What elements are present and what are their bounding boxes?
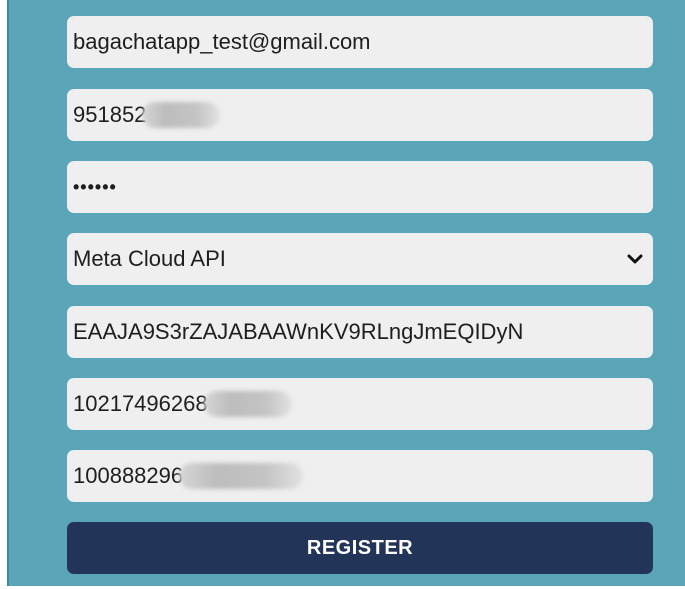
redaction-blur	[203, 391, 292, 417]
password-value: ••••••	[73, 176, 117, 197]
access-token-field[interactable]: EAAJA9S3rZAJABAAWnKV9RLngJmEQIDyN	[67, 306, 653, 358]
registration-panel: bagachatapp_test@gmail.com 951852 ••••••…	[7, 0, 685, 586]
access-token-value: EAAJA9S3rZAJABAAWnKV9RLngJmEQIDyN	[73, 319, 524, 344]
email-field[interactable]: bagachatapp_test@gmail.com	[67, 16, 653, 68]
redaction-blur	[142, 102, 221, 128]
phone-number-id-field[interactable]: 10217496268	[67, 378, 653, 430]
provider-select[interactable]: Meta Cloud API	[67, 233, 653, 285]
email-value: bagachatapp_test@gmail.com	[73, 29, 371, 54]
provider-selected-value: Meta Cloud API	[73, 246, 226, 271]
redaction-blur	[179, 463, 304, 489]
phone-number-id-value: 10217496268	[73, 391, 208, 416]
business-account-id-value: 100888296	[73, 463, 184, 488]
register-button[interactable]: REGISTER	[67, 522, 653, 574]
business-account-id-field[interactable]: 100888296	[67, 450, 653, 502]
phone-value: 951852	[73, 102, 147, 127]
chevron-down-icon	[627, 254, 643, 264]
password-field[interactable]: ••••••	[67, 161, 653, 213]
phone-field[interactable]: 951852	[67, 89, 653, 141]
